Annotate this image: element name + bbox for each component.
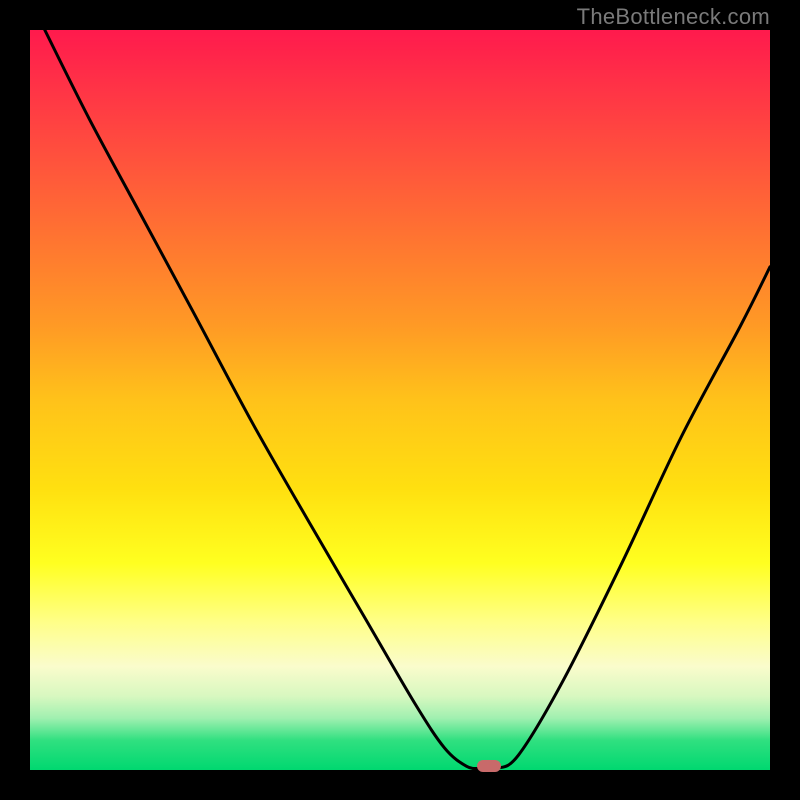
bottleneck-curve — [30, 30, 770, 770]
outer-frame: TheBottleneck.com — [0, 0, 800, 800]
optimal-point-marker — [477, 760, 501, 772]
plot-area — [30, 30, 770, 770]
watermark-text: TheBottleneck.com — [577, 4, 770, 30]
